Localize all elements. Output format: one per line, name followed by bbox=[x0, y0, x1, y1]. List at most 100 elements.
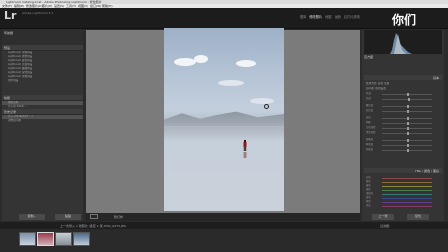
loupe-view-icon[interactable] bbox=[90, 214, 98, 219]
filmstrip-bar: 上一次导入 1 张照片 /选定 1 张 /DSC_0275.JPG 过滤器: bbox=[0, 222, 448, 229]
slider-label-blacks: 黑色色阶 bbox=[366, 131, 376, 134]
slider-knob[interactable] bbox=[408, 98, 410, 101]
preset-item[interactable]: 用户预设 bbox=[2, 79, 83, 83]
slider-knob[interactable] bbox=[407, 122, 409, 125]
slider-label-contrast: 对比度 bbox=[366, 109, 374, 112]
slider-label-saturation: 饱和度 bbox=[366, 148, 374, 151]
slider-knob[interactable] bbox=[407, 105, 409, 108]
preset-label: 用户预设 bbox=[8, 79, 19, 82]
cloud bbox=[236, 60, 256, 67]
basic-sliders: 色温 色调 曝光度 对比度 高光 阴影 白色色阶 黑色色阶 清晰度 鲜艳度 饱和… bbox=[364, 92, 442, 152]
filmstrip-thumbnail[interactable] bbox=[73, 232, 90, 246]
basic-header[interactable]: 基本 bbox=[364, 75, 442, 80]
hsl-red-slider[interactable] bbox=[382, 178, 432, 179]
whites-slider[interactable] bbox=[382, 127, 432, 130]
reset-button[interactable]: 复位 bbox=[407, 214, 429, 220]
softproof-label: 软打样 bbox=[114, 215, 124, 219]
lightroom-logo: Lr bbox=[4, 9, 17, 22]
basic-header-label: 基本 bbox=[432, 75, 439, 80]
toolbar: 软打样 bbox=[86, 213, 360, 221]
cloud bbox=[218, 80, 244, 86]
filmstrip-info: 上一次导入 1 张照片 /选定 1 张 /DSC_0275.JPG bbox=[60, 224, 126, 228]
histogram[interactable] bbox=[364, 30, 442, 54]
hsl-sliders: 红色 橙色 黄色 绿色 浅绿色 蓝色 紫色 洋红 bbox=[364, 176, 442, 210]
histogram-label: 直方图 bbox=[364, 55, 374, 59]
paste-button[interactable]: 粘贴 bbox=[55, 214, 81, 220]
clarity-slider[interactable] bbox=[382, 139, 432, 142]
saturation-slider[interactable] bbox=[382, 149, 432, 152]
hsl-purple-slider[interactable] bbox=[382, 202, 432, 203]
hsl-green-slider[interactable] bbox=[382, 190, 432, 191]
previous-button-label: 上一张 bbox=[378, 214, 388, 218]
filmstrip-thumbnail[interactable] bbox=[37, 232, 54, 246]
slider-label-vibrance: 鲜艳度 bbox=[366, 143, 374, 146]
filter-label: 过滤器: bbox=[380, 224, 391, 228]
exposure-slider[interactable] bbox=[382, 105, 432, 108]
hsl-aqua-slider[interactable] bbox=[382, 194, 432, 195]
slider-knob[interactable] bbox=[407, 110, 409, 113]
hsl-header[interactable]: HSL / 颜色 / 黑白 bbox=[364, 168, 442, 173]
previous-button[interactable]: 上一张 bbox=[372, 214, 394, 220]
left-panel: 导航器 预设 Lightroom 常规预设 Lightroom 效果预设 Lig… bbox=[2, 30, 83, 221]
module-book[interactable]: 画册 bbox=[335, 15, 341, 19]
paste-button-label: 粘贴 bbox=[64, 214, 71, 218]
cloud bbox=[174, 58, 196, 66]
slider-label-exposure: 曝光度 bbox=[366, 104, 374, 107]
hsl-magenta-slider[interactable] bbox=[382, 206, 432, 207]
treatment-label: 处理方式: 彩色 黑白 bbox=[366, 82, 390, 85]
video-overlay-text: 你们 bbox=[392, 13, 417, 27]
identity-plate bbox=[0, 8, 448, 29]
slider-label-temp: 色温 bbox=[366, 92, 371, 95]
hsl-blue-slider[interactable] bbox=[382, 198, 432, 199]
module-library[interactable]: 图库 bbox=[300, 15, 306, 19]
slider-knob[interactable] bbox=[407, 144, 409, 147]
shadows-slider[interactable] bbox=[382, 122, 432, 125]
slider-label-shadows: 阴影 bbox=[366, 121, 371, 124]
cloud bbox=[194, 55, 208, 63]
presets-header-label: 预设 bbox=[4, 45, 11, 50]
slider-label-highlights: 高光 bbox=[366, 116, 371, 119]
highlights-slider[interactable] bbox=[382, 117, 432, 120]
zoom-cursor-icon bbox=[264, 104, 269, 109]
temp-slider[interactable] bbox=[382, 93, 432, 96]
reset-button-label: 复位 bbox=[414, 214, 421, 218]
filmstrip-thumbnail[interactable] bbox=[55, 232, 72, 246]
hsl-header-label: HSL / 颜色 / 黑白 bbox=[415, 168, 439, 173]
blacks-slider[interactable] bbox=[382, 132, 432, 135]
history-header-label: 历史记录 bbox=[4, 109, 17, 114]
tint-slider[interactable] bbox=[382, 98, 432, 101]
hsl-yellow-slider[interactable] bbox=[382, 186, 432, 187]
module-develop[interactable]: 修改照片 bbox=[309, 15, 322, 19]
copy-button[interactable]: 复制... bbox=[19, 214, 45, 220]
module-slideshow[interactable]: 幻灯片放映 bbox=[344, 15, 360, 19]
cloud bbox=[250, 98, 274, 104]
navigator-panel[interactable]: 导航器 bbox=[2, 30, 83, 45]
hsl-label: 洋红 bbox=[366, 204, 371, 207]
history-item[interactable]: 调整白平衡 bbox=[2, 119, 83, 123]
panel-spacer bbox=[2, 83, 83, 95]
white-balance-label: 白平衡: 原照设置 bbox=[366, 87, 386, 90]
filmstrip-thumbnail[interactable] bbox=[19, 232, 36, 246]
contrast-slider[interactable] bbox=[382, 110, 432, 113]
slider-knob[interactable] bbox=[407, 127, 409, 130]
copy-button-label: 复制... bbox=[27, 214, 37, 218]
catalog-name: Adobe Lightroom 5.7 bbox=[22, 11, 54, 15]
slider-knob[interactable] bbox=[407, 132, 409, 135]
slider-knob[interactable] bbox=[407, 117, 409, 120]
slider-knob[interactable] bbox=[407, 139, 409, 142]
snapshots-header-label: 快照 bbox=[4, 95, 11, 100]
module-map[interactable]: 地图 bbox=[325, 15, 331, 19]
history-label: 调整白平衡 bbox=[8, 119, 21, 122]
slider-knob[interactable] bbox=[407, 149, 409, 152]
vibrance-slider[interactable] bbox=[382, 144, 432, 147]
slider-label-tint: 色调 bbox=[366, 97, 371, 100]
hsl-orange-slider[interactable] bbox=[382, 182, 432, 183]
slider-label-clarity: 清晰度 bbox=[366, 138, 374, 141]
module-picker: 图库 修改照片 地图 画册 幻灯片放映 bbox=[300, 15, 360, 19]
histogram-graph bbox=[390, 33, 412, 54]
navigator-label: 导航器 bbox=[4, 31, 14, 35]
slider-knob[interactable] bbox=[407, 93, 409, 96]
slider-label-whites: 白色色阶 bbox=[366, 126, 376, 129]
photo-preview[interactable] bbox=[164, 28, 284, 211]
person-figure bbox=[243, 140, 247, 158]
